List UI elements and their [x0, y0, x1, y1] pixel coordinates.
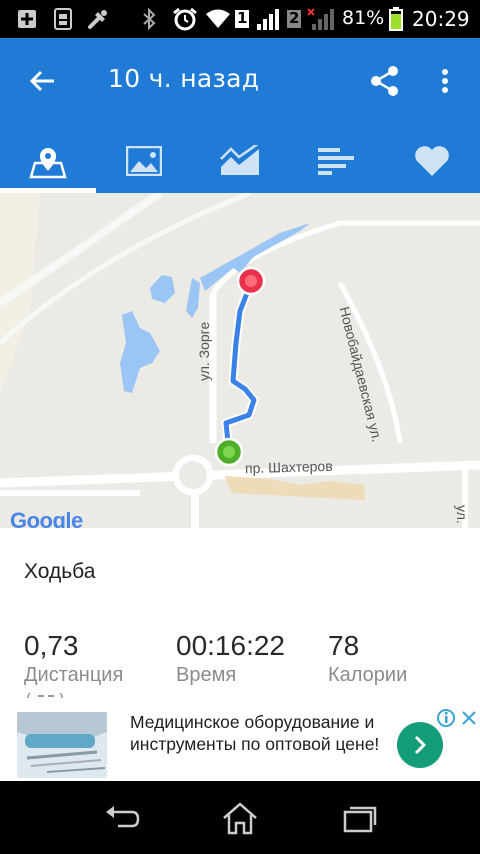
- map-canvas: [0, 193, 480, 528]
- adchoices-button[interactable]: [435, 707, 457, 729]
- tab-stats[interactable]: [288, 128, 384, 193]
- battery-icon: [388, 7, 404, 31]
- time-label: Время: [176, 664, 237, 686]
- area-chart-icon: [220, 144, 259, 175]
- ad-text: Медицинское оборудование и инструменты п…: [130, 712, 380, 754]
- adchoices-icon: [437, 709, 455, 727]
- nav-home-button[interactable]: [210, 797, 270, 839]
- map-pin-icon: [29, 147, 67, 178]
- app-bar: 10 ч. назад: [0, 38, 480, 193]
- tab-chart[interactable]: [192, 128, 288, 193]
- activity-type: Ходьба: [24, 560, 96, 583]
- calories-value: 78: [328, 630, 360, 661]
- distance-label: Дистанция: [24, 664, 124, 686]
- page-title: 10 ч. назад: [108, 64, 260, 93]
- distance-value: 0,73: [24, 630, 79, 661]
- plus-box-icon: [16, 8, 38, 30]
- nav-back-button[interactable]: [92, 797, 152, 839]
- ad-banner[interactable]: Медицинское оборудование и инструменты п…: [15, 707, 480, 781]
- nav-recents-button[interactable]: [330, 797, 390, 839]
- ad-image: [17, 712, 107, 778]
- sim-manager-icon: [52, 8, 74, 30]
- tab-photos[interactable]: [96, 128, 192, 193]
- image-icon: [126, 145, 162, 176]
- back-button[interactable]: [22, 64, 62, 98]
- recents-icon: [343, 806, 377, 833]
- close-icon: [462, 711, 476, 725]
- tab-map[interactable]: [0, 128, 96, 193]
- bars-icon: [318, 147, 354, 175]
- street-label-edge: ул.: [454, 505, 470, 524]
- clock: 20:29: [412, 7, 470, 31]
- signal-sim1-icon: [256, 8, 280, 30]
- sim2-label: 2: [289, 9, 300, 27]
- battery-percent: 81%: [342, 7, 385, 29]
- sim1-label: 1: [237, 9, 248, 27]
- bluetooth-icon: [140, 8, 158, 30]
- route-map[interactable]: ул. Зорге пр. Шахтеров Новобайдаевская у…: [0, 193, 480, 528]
- back-icon: [106, 806, 140, 828]
- ad-close-button[interactable]: [458, 707, 480, 729]
- share-button[interactable]: [366, 62, 404, 100]
- share-icon: [371, 66, 398, 96]
- heart-icon: [415, 145, 449, 176]
- tools-icon: [86, 8, 110, 30]
- back-arrow-icon: [29, 70, 54, 92]
- wifi-icon: [205, 8, 231, 30]
- calories-label: Калории: [328, 664, 408, 686]
- more-options-button[interactable]: [430, 62, 460, 100]
- status-bar: 1 2 81% 20:29: [0, 0, 480, 38]
- tab-favorite[interactable]: [384, 128, 480, 193]
- system-nav-bar: [0, 781, 480, 854]
- alarm-icon: [172, 7, 198, 31]
- time-value: 00:16:22: [176, 630, 285, 661]
- home-icon: [223, 802, 257, 835]
- street-label-shakhterov: пр. Шахтеров: [244, 457, 333, 477]
- chevron-right-icon: [414, 735, 427, 755]
- street-label-zorge: ул. Зорге: [196, 321, 212, 381]
- google-logo: Google: [10, 508, 83, 528]
- signal-sim2-icon: [306, 8, 336, 30]
- distance-unit-clipped: [24, 688, 84, 698]
- more-vert-icon: [442, 69, 448, 93]
